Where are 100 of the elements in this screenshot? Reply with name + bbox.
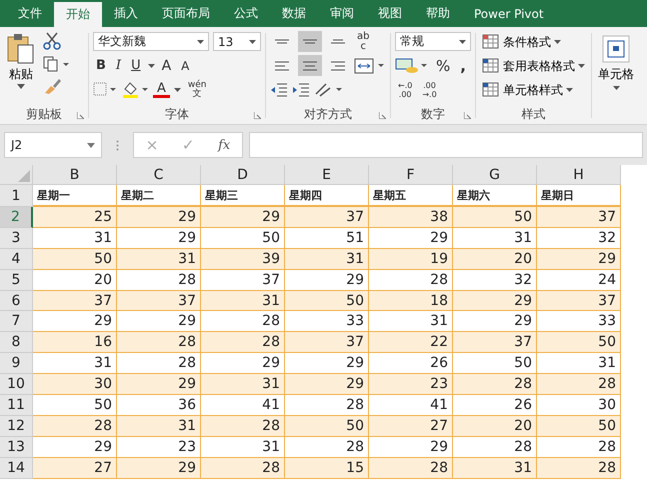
table-cell: 星期五 <box>369 185 453 207</box>
insert-function-button[interactable]: fx <box>214 138 234 152</box>
table-cell: 30 <box>33 374 117 396</box>
column-header[interactable]: B <box>33 165 117 185</box>
dialog-launcher-icon[interactable] <box>464 112 471 119</box>
font-color-button[interactable]: A <box>153 82 170 98</box>
borders-icon[interactable] <box>93 82 117 98</box>
row-header[interactable]: 14 <box>0 458 33 479</box>
style-menu-button[interactable]: 单元格样式 <box>480 79 587 101</box>
name-box[interactable]: J2 <box>4 132 102 158</box>
ribbon-tab[interactable]: 数据 <box>270 0 318 27</box>
row-header[interactable]: 11 <box>0 395 33 416</box>
group-label: 对齐方式 <box>304 106 352 122</box>
caret-icon <box>459 40 466 44</box>
row-header[interactable]: 13 <box>0 436 33 458</box>
row-header[interactable]: 8 <box>0 332 33 354</box>
table-cell: 31 <box>453 228 537 249</box>
style-menu-button[interactable]: 套用表格格式 <box>480 55 587 77</box>
shrink-font-button[interactable]: A <box>178 58 192 72</box>
ribbon-tab[interactable]: 开始 <box>54 2 102 27</box>
column-header[interactable]: E <box>285 165 369 185</box>
group-label: 样式 <box>522 106 546 122</box>
column-header[interactable]: F <box>369 165 453 185</box>
grip-icon <box>116 140 119 150</box>
table-cell: 28 <box>537 436 621 458</box>
caret-icon[interactable] <box>148 64 155 68</box>
scissors-icon[interactable] <box>42 31 62 51</box>
font-size-field[interactable]: 13 <box>213 32 261 51</box>
increase-indent-icon[interactable] <box>292 82 310 96</box>
row-header[interactable]: 10 <box>0 374 33 396</box>
ribbon-tab[interactable]: 视图 <box>366 0 414 27</box>
orientation-button[interactable]: ab c <box>354 32 372 52</box>
italic-button[interactable]: I <box>112 58 124 73</box>
table-cell: 28 <box>453 436 537 458</box>
bold-button[interactable]: B <box>93 58 109 73</box>
clipboard-icon <box>6 33 36 65</box>
row-header[interactable]: 2 <box>0 207 33 228</box>
table-cell: 31 <box>369 311 453 332</box>
dialog-launcher-icon[interactable] <box>77 112 84 119</box>
table-cell: 28 <box>201 416 285 437</box>
ribbon-tab[interactable]: 帮助 <box>414 0 462 27</box>
dialog-launcher-icon[interactable] <box>254 112 261 119</box>
column-header[interactable]: C <box>117 165 201 185</box>
table-cell: 29 <box>117 458 201 479</box>
currency-icon[interactable] <box>395 56 429 74</box>
decrease-decimal-button[interactable]: .00 →.0 <box>419 80 440 98</box>
grow-font-button[interactable]: A <box>158 58 174 74</box>
column-header[interactable]: D <box>201 165 285 185</box>
column-header[interactable]: G <box>453 165 537 185</box>
table-cell: 星期六 <box>453 185 537 207</box>
phonetic-button[interactable]: wén 文 <box>184 80 210 98</box>
row-header[interactable]: 12 <box>0 416 33 437</box>
copy-icon[interactable] <box>42 55 70 73</box>
row-header[interactable]: 4 <box>0 248 33 270</box>
middle-align-button[interactable] <box>298 31 322 52</box>
table-cell: 25 <box>33 207 117 228</box>
row-header[interactable]: 3 <box>0 228 33 249</box>
table-cell: 27 <box>369 416 453 437</box>
group-label: 字体 <box>165 106 189 122</box>
font-name-field[interactable]: 华文新魏 <box>93 32 209 51</box>
dialog-launcher-icon[interactable] <box>379 112 386 119</box>
table-cell: 50 <box>201 228 285 249</box>
caret-icon[interactable] <box>174 88 181 92</box>
percent-button[interactable]: % <box>433 56 454 74</box>
ribbon-tab[interactable]: 页面布局 <box>150 0 222 27</box>
style-menu-button[interactable]: 条件格式 <box>480 31 587 53</box>
underline-button[interactable]: U <box>128 58 144 73</box>
ribbon-tab[interactable]: 文件 <box>6 0 54 27</box>
row-header[interactable]: 1 <box>0 185 33 207</box>
table-cell: 星期四 <box>285 185 369 207</box>
center-button[interactable] <box>298 55 322 76</box>
decrease-indent-icon[interactable] <box>270 82 288 96</box>
ribbon-tab[interactable]: Power Pivot <box>462 0 556 27</box>
increase-decimal-button[interactable]: ←.0 .00 <box>395 80 416 98</box>
text-angle-icon[interactable] <box>314 82 344 98</box>
row-header[interactable]: 7 <box>0 311 33 332</box>
row-header[interactable]: 5 <box>0 270 33 291</box>
row-header[interactable]: 9 <box>0 353 33 374</box>
number-format-field[interactable]: 常规 <box>395 32 471 51</box>
ribbon-tab[interactable]: 插入 <box>102 0 150 27</box>
paste-button[interactable]: 粘贴 <box>4 31 38 104</box>
table-cell: 22 <box>369 332 453 354</box>
ribbon-tab[interactable]: 审阅 <box>318 0 366 27</box>
row-header[interactable]: 6 <box>0 290 33 312</box>
table-cell: 29 <box>453 290 537 312</box>
table-cell: 20 <box>453 248 537 270</box>
table-cell: 星期一 <box>33 185 117 207</box>
table-cell: 41 <box>201 395 285 416</box>
table-cell: 29 <box>285 353 369 374</box>
table-cell: 31 <box>117 248 201 270</box>
formula-input[interactable] <box>249 132 643 158</box>
caret-icon <box>17 84 25 89</box>
ribbon-tab[interactable]: 公式 <box>222 0 270 27</box>
cells-button[interactable]: 单元格 <box>596 35 636 90</box>
fill-color-icon[interactable] <box>121 80 149 98</box>
column-header[interactable]: H <box>537 165 621 185</box>
caret-icon <box>554 40 561 44</box>
comma-button[interactable]: , <box>457 56 469 74</box>
merge-icon[interactable] <box>354 58 386 74</box>
paintbrush-icon[interactable] <box>42 77 62 95</box>
